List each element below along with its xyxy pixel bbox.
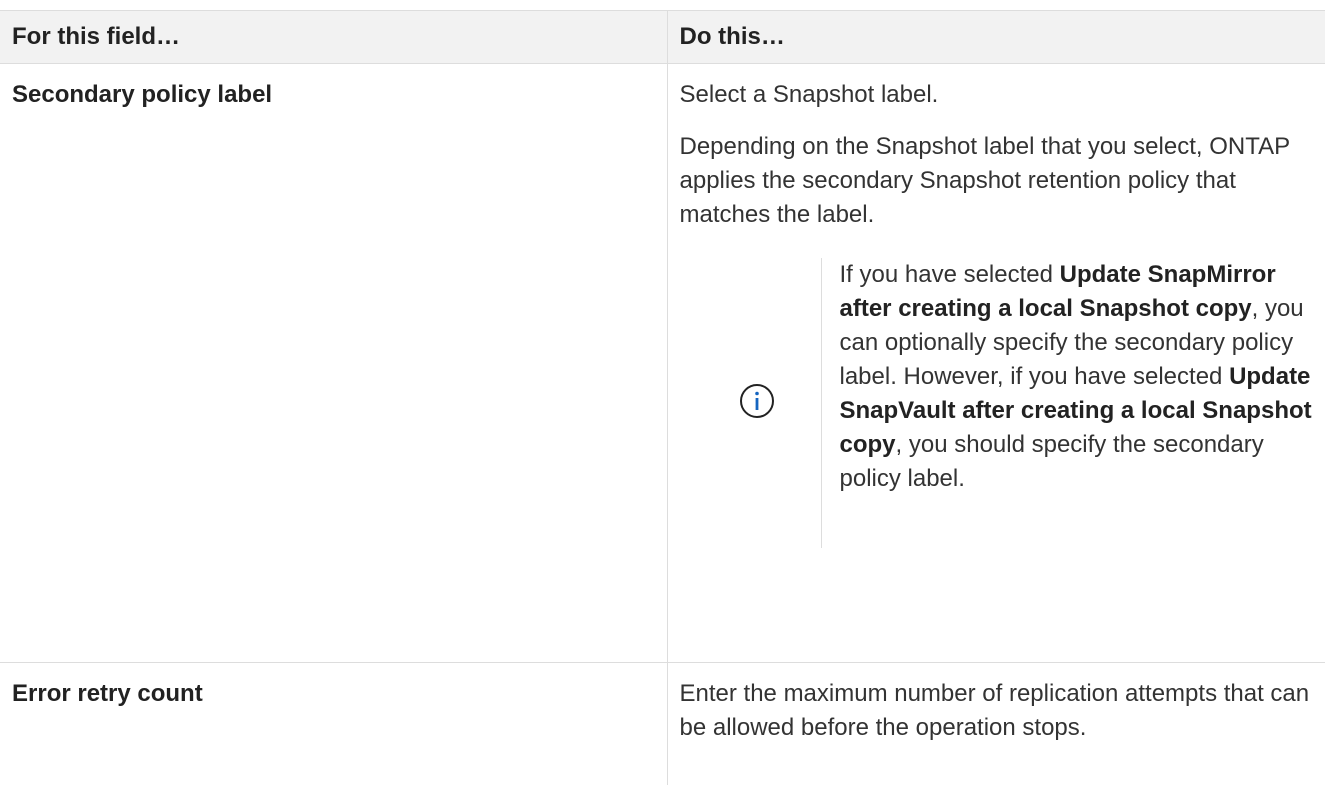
note-text-part: , you should specify the secondary polic… [840,431,1264,492]
table-row: Secondary policy label Select a Snapshot… [0,64,1325,663]
info-note: If you have selected Update SnapMirror a… [680,258,1316,548]
action-cell: Select a Snapshot label. Depending on th… [667,64,1325,663]
instruction-text: Select a Snapshot label. [680,78,1316,112]
field-name: Secondary policy label [12,81,272,108]
field-name: Error retry count [12,680,203,707]
table-row: Error retry count Enter the maximum numb… [0,663,1325,785]
action-cell: Enter the maximum number of replication … [667,663,1325,785]
instruction-text: Enter the maximum number of replication … [680,677,1316,745]
note-text-part: If you have selected [840,261,1060,288]
header-action: Do this… [667,11,1325,64]
note-text: If you have selected Update SnapMirror a… [840,258,1325,496]
table-header-row: For this field… Do this… [0,11,1325,64]
field-cell: Secondary policy label [0,64,667,663]
info-icon [739,383,775,419]
field-instructions-table: For this field… Do this… Secondary polic… [0,10,1325,785]
header-field: For this field… [0,11,667,64]
instruction-detail: Depending on the Snapshot label that you… [680,130,1316,232]
field-cell: Error retry count [0,663,667,785]
note-icon-column [680,258,822,548]
